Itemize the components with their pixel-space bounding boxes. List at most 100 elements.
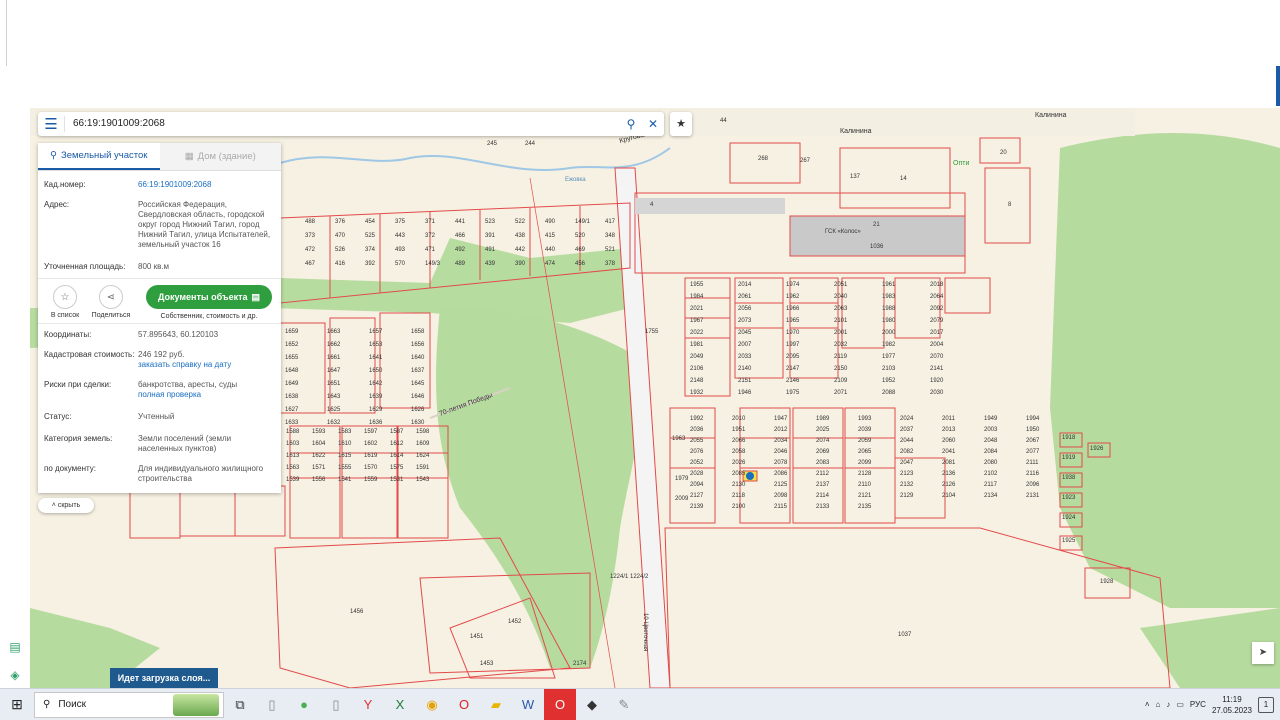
word-icon[interactable]: W [512, 689, 544, 720]
parcel-number: 1993 [858, 416, 872, 422]
parcel-number: 1588 [286, 429, 300, 435]
parcel-number: 2045 [738, 330, 752, 336]
parcel-number: 1224/2 [630, 574, 649, 580]
parcel-number: 472 [305, 247, 316, 253]
parcel-number: 1531 [390, 477, 404, 483]
order-certificate-link[interactable]: заказать справку на дату [138, 360, 275, 370]
parcel-number: 1615 [338, 453, 352, 459]
notification-icon[interactable]: 1 [1258, 696, 1274, 713]
parcel-number: 1633 [285, 420, 299, 426]
parcel-number: 442 [515, 247, 526, 253]
tool-icon[interactable]: ◈ [8, 668, 22, 682]
parcel-number: 2082 [900, 449, 914, 455]
file-icon-2[interactable]: ▯ [320, 689, 352, 720]
parcel-number: 1662 [327, 342, 341, 348]
search-icon[interactable]: ⚲ [620, 117, 642, 131]
parcel-number: 149/1 [575, 219, 591, 225]
taskbar-search[interactable]: ⚲ Поиск [34, 691, 224, 718]
chevron-up-icon[interactable]: ˄ [1145, 700, 1150, 709]
folder-icon[interactable]: ▰ [480, 689, 512, 720]
opera-icon[interactable]: O [448, 689, 480, 720]
share-button[interactable]: ⋖ Поделиться [88, 285, 134, 319]
parcel-number: 2115 [774, 504, 788, 510]
layers-icon[interactable]: ▤ [8, 640, 22, 654]
parcel-number: 1452 [508, 619, 522, 625]
parcel-number: 2125 [774, 482, 788, 488]
parcel-number: 1591 [416, 465, 430, 471]
parcel-number: 391 [485, 233, 496, 239]
add-to-list-button[interactable]: ☆ В список [42, 285, 88, 319]
locate-arrow-icon[interactable]: ➤ [1252, 642, 1274, 664]
search-input[interactable]: 66:19:1901009:2068 [64, 116, 620, 132]
battery-icon[interactable]: ▭ [1176, 700, 1184, 709]
parcel-number: 521 [605, 247, 616, 253]
parcel-number: 491 [485, 247, 496, 253]
documents-subtitle: Собственник, стоимость и др. [160, 313, 258, 320]
full-check-link[interactable]: полная проверка [138, 390, 275, 400]
yandex-browser-icon[interactable]: Y [352, 689, 384, 720]
torrent-icon[interactable]: ● [288, 689, 320, 720]
parcel-number: 390 [515, 261, 526, 267]
tab-building[interactable]: ▦ Дом (здание) [159, 143, 281, 170]
parcel-number: 1555 [338, 465, 352, 471]
tab-land-plot[interactable]: ⚲ Земельный участок [38, 143, 160, 170]
parcel-number: 1643 [327, 394, 341, 400]
chrome-icon[interactable]: ◉ [416, 689, 448, 720]
parcel-number: 2134 [984, 493, 998, 499]
parcel-number: 2114 [816, 493, 830, 499]
parcel-number: 2048 [984, 438, 998, 444]
app-icon[interactable]: ◆ [576, 689, 608, 720]
volume-icon[interactable]: ♪ [1166, 700, 1170, 709]
cad-number-value[interactable]: 66:19:1901009:2068 [138, 180, 275, 190]
parcel-number: 2040 [834, 294, 848, 300]
parcel-number: 2092 [930, 306, 944, 312]
row-status: Статус: Учтенный [38, 412, 281, 422]
location-marker[interactable] [746, 472, 754, 480]
search-bar[interactable]: ☰ 66:19:1901009:2068 ⚲ ✕ [38, 112, 664, 136]
parcel-number: 2103 [882, 366, 896, 372]
parcel-number: 1989 [816, 416, 830, 422]
documents-button[interactable]: Документы объекта ▤ [146, 285, 272, 309]
parcel-number: 2033 [738, 354, 752, 360]
parcel-number: 525 [365, 233, 376, 239]
favorite-star-icon[interactable]: ★ [670, 112, 692, 136]
parcel-number: 1036 [870, 244, 884, 250]
parcel-number: 1649 [285, 381, 299, 387]
excel-icon[interactable]: X [384, 689, 416, 720]
parcel-number: 2013 [942, 427, 956, 433]
paint-icon[interactable]: ✎ [608, 689, 640, 720]
shop-label: Опти [953, 160, 969, 167]
parcel-number: 2032 [834, 342, 848, 348]
parcel-number: 1650 [369, 368, 383, 374]
parcel-number: 1626 [411, 407, 425, 413]
clock[interactable]: 11:19 27.05.2023 [1212, 694, 1252, 716]
network-icon[interactable]: ⌂ [1156, 700, 1161, 709]
opera-active-icon[interactable]: O [544, 688, 576, 720]
row-cost: Кадастровая стоимость: 246 192 руб. зака… [38, 350, 281, 370]
parcel-number: 2052 [690, 460, 704, 466]
coords-value: 57.895643, 60.120103 [138, 330, 219, 339]
menu-icon[interactable]: ☰ [38, 112, 64, 136]
windows-start-icon[interactable]: ⊞ [0, 689, 34, 720]
language-indicator[interactable]: РУС [1190, 700, 1206, 709]
parcel-number: 1657 [369, 329, 383, 335]
close-icon[interactable]: ✕ [642, 117, 664, 131]
star-icon: ☆ [53, 285, 77, 309]
building-block-268 [729, 142, 801, 184]
parcel-number: 2022 [690, 330, 704, 336]
parcel-number: 1593 [312, 429, 326, 435]
parcel-number: 2059 [858, 438, 872, 444]
hide-panel-button[interactable]: ˄ скрыть [38, 498, 94, 513]
parcel-number: 2083 [816, 460, 830, 466]
parcel-number: 441 [455, 219, 466, 225]
parcel-number: 1559 [364, 477, 378, 483]
parcel-number: 1918 [1062, 435, 1076, 441]
parcel-number: 440 [545, 247, 556, 253]
file-icon[interactable]: ▯ [256, 689, 288, 720]
parcel-number: 44 [720, 118, 727, 124]
task-view-icon[interactable]: ⧉ [224, 689, 256, 720]
coords-label: Координаты: [44, 330, 92, 339]
parcel-number: 1627 [285, 407, 299, 413]
parcel-number: 1981 [690, 342, 704, 348]
parcel-number: 1629 [369, 407, 383, 413]
